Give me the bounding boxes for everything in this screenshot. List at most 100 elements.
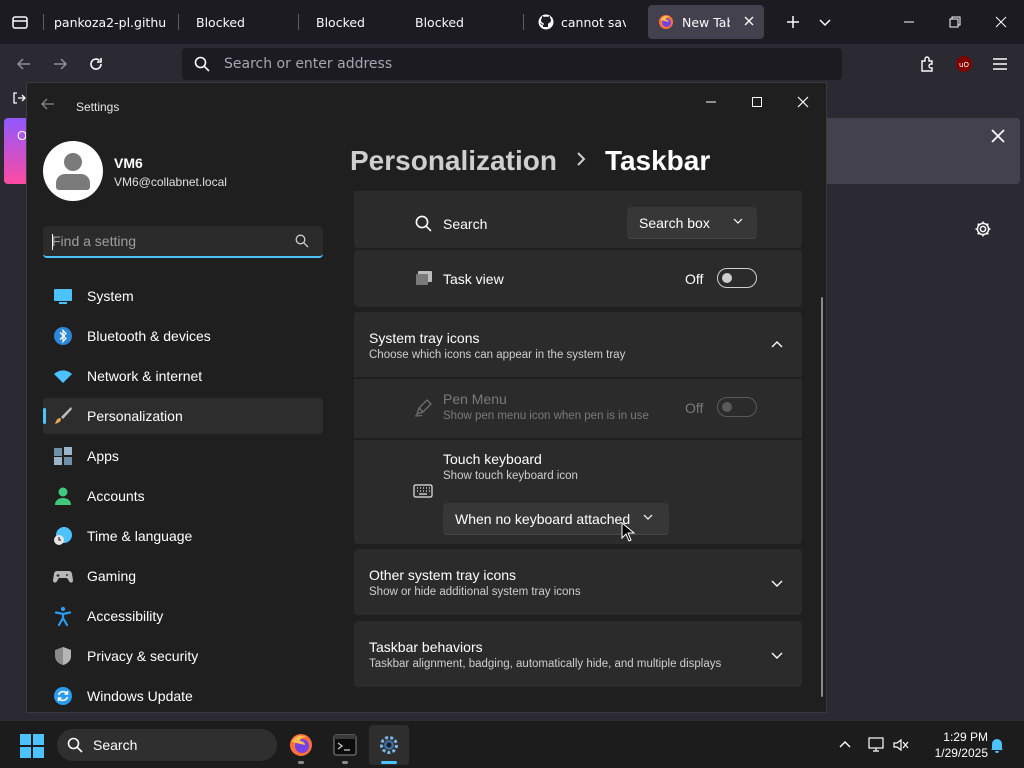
- taskbar-firefox[interactable]: [281, 725, 321, 765]
- minimize-icon: [706, 101, 716, 103]
- arrow-right-icon: [54, 58, 68, 70]
- touch-keyboard-dropdown[interactable]: When no keyboard attached: [443, 503, 669, 535]
- clock[interactable]: 1:29 PM 1/29/2025: [918, 729, 988, 761]
- start-button[interactable]: [20, 734, 44, 758]
- pen-menu-row: Pen Menu Show pen menu icon when pen is …: [354, 379, 802, 438]
- nav-item-system[interactable]: System: [43, 278, 323, 314]
- nav-item-apps[interactable]: Apps: [43, 438, 323, 474]
- nav-item-label: Time & language: [87, 528, 193, 544]
- content-scrollbar[interactable]: [821, 297, 823, 697]
- tab-list-button[interactable]: [0, 0, 40, 44]
- avatar-body: [56, 174, 90, 190]
- notifications-button[interactable]: [986, 734, 1008, 756]
- nav-item-bluetooth-devices[interactable]: Bluetooth & devices: [43, 318, 323, 354]
- nav-item-windows-update[interactable]: Windows Update: [43, 678, 323, 712]
- system-tray-desc: Choose which icons can appear in the sys…: [369, 349, 626, 361]
- search-icon: [415, 215, 432, 232]
- settings-close-button[interactable]: [780, 87, 826, 117]
- ublock-button[interactable]: uO: [951, 51, 977, 77]
- settings-minimize-button[interactable]: [688, 87, 734, 117]
- newtab-settings-button[interactable]: [970, 216, 996, 242]
- running-indicator: [342, 761, 348, 764]
- nav-item-label: Personalization: [87, 408, 183, 424]
- browser-tab[interactable]: pankoza2-pl.github: [44, 5, 176, 39]
- arrow-left-icon: [16, 58, 30, 70]
- hamburger-icon: [993, 58, 1007, 70]
- touch-keyboard-value: When no keyboard attached: [455, 510, 631, 527]
- taskbar-settings[interactable]: [369, 725, 409, 765]
- back-button[interactable]: [11, 51, 37, 77]
- github-icon: [538, 14, 554, 30]
- windows-logo-icon: [20, 734, 44, 758]
- touch-keyboard-title: Touch keyboard: [443, 451, 542, 467]
- address-bar[interactable]: Search or enter address: [182, 48, 842, 80]
- keyboard-icon: [413, 484, 433, 498]
- nav-item-time-language[interactable]: Time & language: [43, 518, 323, 554]
- pen-menu-toggle[interactable]: [717, 397, 757, 417]
- browser-restore-button[interactable]: [932, 0, 978, 44]
- nav-item-label: Apps: [87, 448, 119, 464]
- browser-tab-title: Blocked: [196, 14, 245, 30]
- close-icon: [744, 16, 754, 25]
- volume-tray-button[interactable]: [890, 734, 912, 756]
- breadcrumb-parent[interactable]: Personalization: [350, 145, 557, 177]
- user-email: VM6@collabnet.local: [114, 175, 227, 189]
- browser-tab[interactable]: cannot save fi: [528, 5, 636, 39]
- avatar[interactable]: [43, 141, 103, 201]
- expand-button[interactable]: [767, 573, 787, 593]
- app-menu-button[interactable]: [987, 51, 1013, 77]
- expand-button[interactable]: [767, 645, 787, 665]
- browser-tab[interactable]: Blocked: [186, 5, 296, 39]
- list-all-tabs-button[interactable]: [802, 0, 848, 44]
- close-icon: [995, 16, 1007, 28]
- nav-item-label: System: [87, 288, 134, 304]
- task-view-row: Task view Off: [354, 250, 802, 307]
- reload-button[interactable]: [83, 51, 109, 77]
- network-tray-button[interactable]: [866, 734, 888, 756]
- task-view-icon: [416, 271, 432, 285]
- close-tab-button[interactable]: [744, 15, 754, 30]
- taskbar-search[interactable]: Search: [57, 729, 277, 761]
- browser-tab[interactable]: Blocked: [306, 5, 406, 39]
- taskbar-terminal[interactable]: [325, 725, 365, 765]
- taskbar-behaviors-header[interactable]: Taskbar behaviors Taskbar alignment, bad…: [354, 621, 802, 687]
- browser-tab[interactable]: Blocked: [405, 5, 525, 39]
- show-hidden-icons-button[interactable]: [834, 734, 856, 756]
- pen-menu-state: Off: [685, 400, 704, 416]
- nav-item-privacy-security[interactable]: Privacy & security: [43, 638, 323, 674]
- settings-back-button[interactable]: [41, 97, 55, 115]
- settings-window: Settings VM6 VM6@collabnet.local System B…: [26, 82, 827, 713]
- find-setting-input[interactable]: [52, 233, 288, 249]
- chevron-down-icon: [819, 19, 831, 27]
- settings-maximize-button[interactable]: [734, 87, 780, 117]
- chevron-down-icon: [733, 218, 743, 224]
- task-view-toggle[interactable]: [717, 268, 757, 288]
- chevron-down-icon: [643, 514, 653, 520]
- extensions-button[interactable]: [915, 51, 941, 77]
- browser-tab-title: New Tab: [682, 14, 730, 30]
- firefox-icon: [659, 15, 673, 29]
- system-tray-icons-header[interactable]: System tray icons Choose which icons can…: [354, 312, 802, 377]
- browser-tab[interactable]: New Tab: [648, 5, 764, 39]
- search-style-dropdown[interactable]: Search box: [627, 207, 757, 239]
- other-tray-desc: Show or hide additional system tray icon…: [369, 586, 581, 598]
- other-tray-icons-header[interactable]: Other system tray icons Show or hide add…: [354, 549, 802, 615]
- nav-item-label: Accounts: [87, 488, 145, 504]
- nav-item-network-internet[interactable]: Network & internet: [43, 358, 323, 394]
- chevron-up-icon: [771, 341, 783, 348]
- browser-minimize-button[interactable]: [886, 0, 932, 44]
- find-setting-box[interactable]: [43, 226, 323, 258]
- nav-item-label: Bluetooth & devices: [87, 328, 211, 344]
- browser-close-button[interactable]: [978, 0, 1024, 44]
- nav-item-personalization[interactable]: Personalization: [43, 398, 323, 434]
- nav-item-accessibility[interactable]: Accessibility: [43, 598, 323, 634]
- windows-taskbar: Search 1:29 PM 1/29/2025: [0, 720, 1024, 768]
- banner-close-button[interactable]: [986, 124, 1010, 148]
- collapse-button[interactable]: [767, 335, 787, 355]
- clock-globe-icon: [53, 526, 73, 546]
- forward-button[interactable]: [47, 51, 73, 77]
- nav-item-accounts[interactable]: Accounts: [43, 478, 323, 514]
- accessibility-icon: [53, 606, 73, 627]
- search-icon: [67, 737, 83, 753]
- nav-item-gaming[interactable]: Gaming: [43, 558, 323, 594]
